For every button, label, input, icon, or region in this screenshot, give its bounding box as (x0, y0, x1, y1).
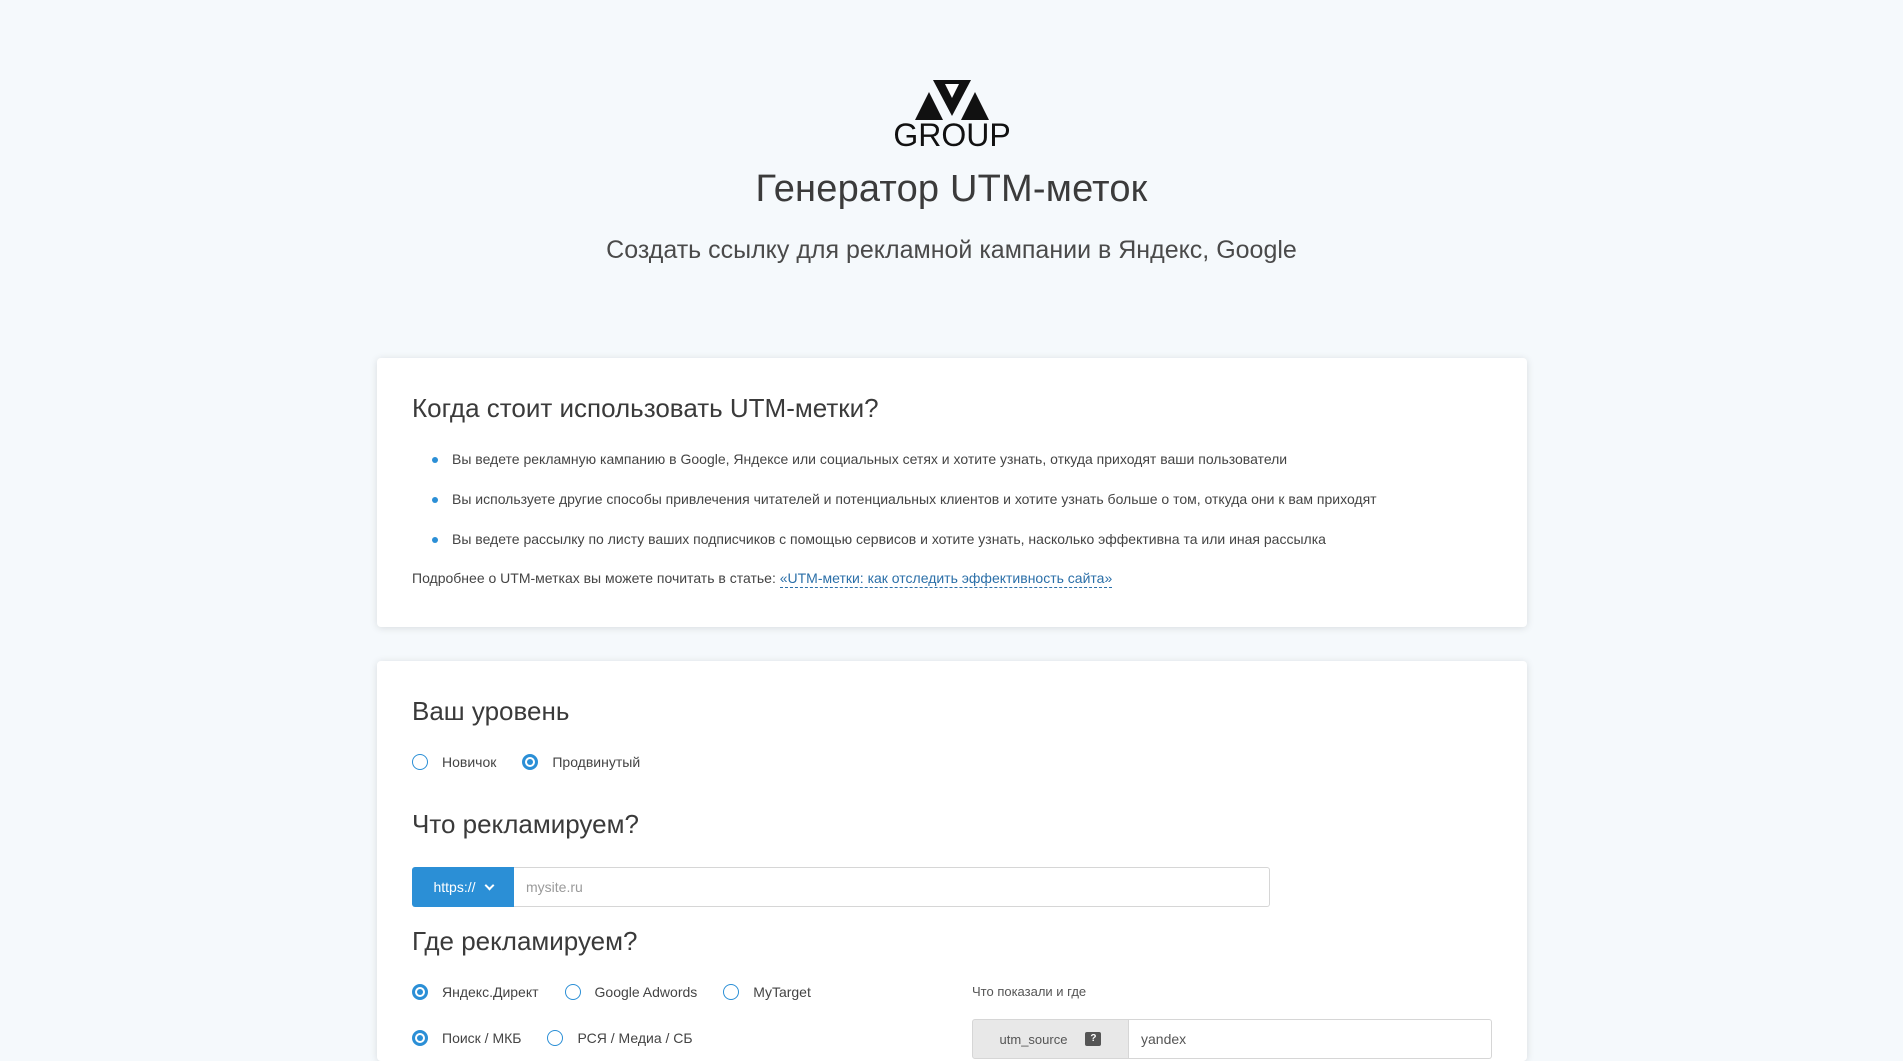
help-icon[interactable]: ? (1085, 1032, 1102, 1046)
radio-unchecked-icon[interactable] (723, 984, 740, 1000)
chevron-down-icon (484, 880, 494, 890)
radio-placement-search[interactable]: Поиск / МКБ (412, 1030, 521, 1046)
info-bullet-list: Вы ведете рекламную кампанию в Google, Я… (412, 450, 1377, 570)
utm-source-input[interactable] (1129, 1019, 1492, 1059)
radio-label: Новичок (442, 754, 497, 770)
logo-text: GROUP (893, 117, 1010, 150)
list-item: Вы используете другие способы привлечени… (412, 490, 1377, 530)
radio-platform-yandex-direct[interactable]: Яндекс.Директ (412, 984, 539, 1000)
shown-where-label: Что показали и где (972, 984, 1087, 999)
bullet-dot-icon (432, 497, 438, 503)
list-item: Вы ведете рассылку по листу ваших подпис… (412, 530, 1377, 570)
radio-level-advanced[interactable]: Продвинутый (522, 754, 640, 770)
group-logo: GROUP (893, 80, 1011, 150)
utm-source-group: utm_source ? (972, 1019, 1492, 1059)
level-heading: Ваш уровень (412, 696, 570, 726)
bullet-text: Вы используете другие способы привлечени… (452, 491, 1377, 507)
what-heading: Что рекламируем? (412, 809, 639, 839)
platform-radio-group: Яндекс.Директ Google Adwords MyTarget (412, 984, 837, 1000)
radio-checked-icon[interactable] (412, 1030, 428, 1046)
bullet-text: Вы ведете рекламную кампанию в Google, Я… (452, 451, 1288, 467)
radio-label: Google Adwords (594, 984, 698, 1000)
info-heading: Когда стоит использовать UTM-метки? (412, 393, 879, 423)
radio-label: Поиск / МКБ (442, 1030, 522, 1046)
radio-unchecked-icon[interactable] (547, 1030, 564, 1046)
level-radio-group: Новичок Продвинутый (412, 754, 666, 770)
radio-label: Яндекс.Директ (442, 984, 539, 1000)
radio-platform-google-adwords[interactable]: Google Adwords (564, 984, 698, 1000)
more-info-prefix: Подробнее о UTM-метках вы можете почитат… (412, 570, 780, 586)
bullet-dot-icon (432, 537, 438, 543)
utm-param-label: utm_source (999, 1031, 1068, 1047)
radio-unchecked-icon[interactable] (564, 984, 581, 1000)
radio-level-beginner[interactable]: Новичок (412, 754, 496, 770)
site-url-input[interactable] (514, 867, 1270, 907)
list-item: Вы ведете рекламную кампанию в Google, Я… (412, 450, 1377, 490)
bullet-dot-icon (432, 457, 438, 463)
page-subtitle: Создать ссылку для рекламной кампании в … (606, 236, 1297, 264)
protocol-dropdown[interactable]: https:// (412, 867, 514, 907)
radio-label: MyTarget (753, 984, 811, 1000)
page-title: Генератор UTM-меток (755, 168, 1148, 210)
page-header: GROUP Генератор UTM-меток Создать ссылку… (0, 0, 1903, 320)
more-info-line: Подробнее о UTM-метках вы можете почитат… (412, 570, 1113, 588)
radio-checked-icon[interactable] (412, 984, 428, 1000)
bullet-text: Вы ведете рассылку по листу ваших подпис… (452, 531, 1326, 547)
generator-form-card: Ваш уровень Новичок Продвинутый Что рекл… (377, 661, 1527, 1061)
radio-unchecked-icon[interactable] (412, 754, 428, 770)
radio-platform-mytarget[interactable]: MyTarget (723, 984, 811, 1000)
where-heading: Где рекламируем? (412, 926, 638, 956)
info-card: Когда стоит использовать UTM-метки? Вы в… (377, 358, 1527, 627)
radio-label: РСЯ / Медиа / СБ (577, 1030, 693, 1046)
url-input-group: https:// (412, 867, 1270, 907)
placement-radio-group: Поиск / МКБ РСЯ / Медиа / СБ (412, 1030, 719, 1046)
protocol-value: https:// (433, 879, 476, 895)
radio-label: Продвинутый (552, 754, 641, 770)
utm-article-link[interactable]: «UTM-метки: как отследить эффективность … (779, 570, 1113, 588)
radio-checked-icon[interactable] (522, 754, 539, 770)
radio-placement-rsya[interactable]: РСЯ / Медиа / СБ (547, 1030, 693, 1046)
utm-source-param: utm_source ? (972, 1019, 1129, 1059)
